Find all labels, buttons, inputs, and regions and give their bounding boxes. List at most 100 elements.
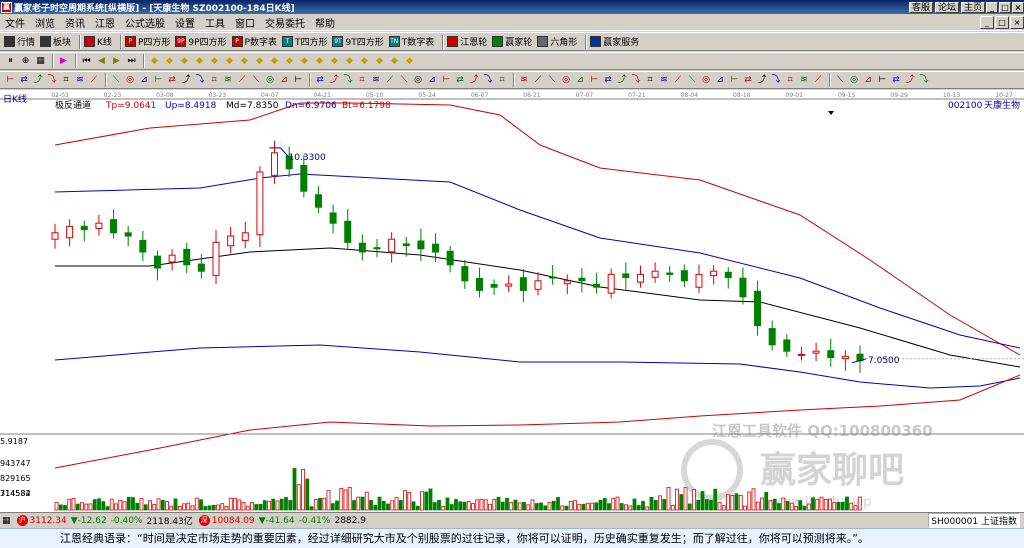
line-tool-icon[interactable]: ⇄ [602,74,614,87]
menu-window[interactable]: 窗口 [230,15,260,30]
diamond-icon[interactable]: ◆ [163,55,176,68]
line-tool-icon[interactable]: ⇄ [166,74,178,87]
line-tool-icon[interactable]: ⊢ [440,74,452,87]
line-tool-icon[interactable]: ⊢ [876,74,888,87]
kline-chart-svg[interactable]: 02-03 02-23 03-08 03-23 04-07 04-21 05-10 05-24… [0,90,1024,512]
line-tool-icon[interactable]: ⊿ [138,74,150,87]
toolbar-button-10[interactable]: 赢家轮 [492,35,532,48]
line-tool-icon[interactable]: ⟍ [834,74,846,87]
line-tool-icon[interactable]: ⊿ [574,74,586,87]
line-tool-icon[interactable]: ⟍ [546,74,558,87]
line-tool-icon[interactable]: ◎ [412,74,424,87]
line-tool-icon[interactable]: ⤴ [468,74,480,87]
grid-icon[interactable]: ▦ [34,55,47,68]
line-tool-icon[interactable]: ⌗ [644,74,656,87]
line-tool-icon[interactable]: ≋ [370,74,382,87]
diamond-icon[interactable]: ◆ [298,55,311,68]
kline-chart[interactable]: 02-03 02-23 03-08 03-23 04-07 04-21 05-10 05-24… [0,90,1024,512]
toolbar-button-5[interactable]: P P数字表 [231,35,277,48]
grid-icon[interactable]: ▦ [2,516,11,526]
toolbar-button-8[interactable]: TN T数字表 [388,35,434,48]
minimize-button[interactable]: _ [986,1,998,13]
diamond-icon[interactable]: ◆ [313,55,326,68]
menu-gann[interactable]: 江恩 [90,15,120,30]
forum-button[interactable]: 论坛 [934,1,959,13]
line-tool-icon[interactable]: ⇄ [890,74,902,87]
play-icon[interactable]: ▶ [57,55,70,68]
line-tool-icon[interactable]: ⊢ [728,74,740,87]
home-button[interactable]: 主页 [960,1,985,13]
line-tool-icon[interactable]: ◎ [264,74,276,87]
diamond-icon[interactable]: ◆ [253,55,266,68]
line-tool-icon[interactable]: ⊿ [426,74,438,87]
customer-service-button[interactable]: 客服 [908,1,933,13]
diamond-icon[interactable]: ◆ [283,55,296,68]
line-tool-icon[interactable]: ⤵ [342,74,354,87]
line-tool-icon[interactable]: ≋ [222,74,234,87]
diamond-icon[interactable]: ◆ [238,55,251,68]
line-tool-icon[interactable]: ⇄ [18,74,30,87]
toolbar-button-2[interactable]: K线 [84,35,112,48]
zoom-icon[interactable]: ⊕ [19,55,32,68]
line-tool-icon[interactable]: ◎ [848,74,860,87]
line-tool-icon[interactable]: ⊢ [4,74,16,87]
line-tool-icon[interactable]: ⟋ [88,74,100,87]
line-tool-icon[interactable]: ◎ [700,74,712,87]
line-tool-icon[interactable]: ⌗ [60,74,72,87]
line-tool-icon[interactable]: ⇄ [742,74,754,87]
diamond-icon[interactable]: ◆ [223,55,236,68]
line-tool-icon[interactable]: ⟋ [236,74,248,87]
menu-help[interactable]: 帮助 [310,15,340,30]
menu-news[interactable]: 资讯 [60,15,90,30]
menu-file[interactable]: 文件 [0,15,30,30]
index-code-field[interactable]: SH000001 上证指数 [928,513,1020,528]
diamond-icon[interactable]: ◆ [268,55,281,68]
line-tool-icon[interactable]: ≋ [658,74,670,87]
line-tool-icon[interactable]: ⟍ [250,74,262,87]
line-tool-icon[interactable]: ⤴ [904,74,916,87]
line-tool-icon[interactable]: ⤴ [32,74,44,87]
line-tool-icon[interactable]: ⤵ [46,74,58,87]
mdi-close-button[interactable]: × [1010,15,1024,29]
line-tool-icon[interactable]: ⊿ [278,74,290,87]
toolbar-button-1[interactable]: 板块 [40,35,71,48]
toolbar-button-3[interactable]: P P四方形 [124,35,170,48]
diamond-icon[interactable]: ◆ [343,55,356,68]
maximize-button[interactable]: □ [999,1,1011,13]
toolbar-button-4[interactable]: 9P 9P四方形 [175,35,227,48]
line-tool-icon[interactable]: ⟋ [812,74,824,87]
diamond-icon[interactable]: ◆ [358,55,371,68]
line-tool-icon[interactable]: ⌗ [356,74,368,87]
diamond-icon[interactable]: ◆ [328,55,341,68]
close-button[interactable]: × [1012,1,1024,13]
line-tool-icon[interactable]: ⤴ [616,74,628,87]
line-tool-icon[interactable]: ⊿ [714,74,726,87]
line-tool-icon[interactable]: ⤵ [194,74,206,87]
line-tool-icon[interactable]: ⇄ [314,74,326,87]
pause-icon[interactable]: ⏸ [4,55,17,68]
toolbar-button-7[interactable]: 9T 9T四方形 [332,35,384,48]
diamond-icon[interactable]: ◆ [193,55,206,68]
prev-icon[interactable]: ◀ [95,55,108,68]
line-tool-icon[interactable]: ⟍ [398,74,410,87]
line-tool-icon[interactable]: ⇄ [454,74,466,87]
diamond-icon[interactable]: ◆ [403,55,416,68]
menu-settings[interactable]: 设置 [170,15,200,30]
menu-browse[interactable]: 浏览 [30,15,60,30]
line-tool-icon[interactable]: ⟍ [110,74,122,87]
line-tool-icon[interactable]: ⟋ [384,74,396,87]
line-tool-icon[interactable]: ⟋ [672,74,684,87]
line-tool-icon[interactable]: ⊢ [588,74,600,87]
line-tool-icon[interactable]: ◎ [560,74,572,87]
line-tool-icon[interactable]: ⤴ [756,74,768,87]
last-icon[interactable]: ⏭ [125,55,138,68]
line-tool-icon[interactable]: ⤴ [180,74,192,87]
toolbar-button-12[interactable]: 赢家服务 [590,35,639,48]
toolbar-button-0[interactable]: 行情 [4,35,35,48]
line-tool-icon[interactable]: ⤵ [630,74,642,87]
diamond-icon[interactable]: ◆ [148,55,161,68]
toolbar-button-6[interactable]: T T四方形 [281,35,327,48]
toolbar-button-11[interactable]: 六角形 [537,35,577,48]
menu-tools[interactable]: 工具 [200,15,230,30]
menu-formula[interactable]: 公式选股 [120,15,170,30]
